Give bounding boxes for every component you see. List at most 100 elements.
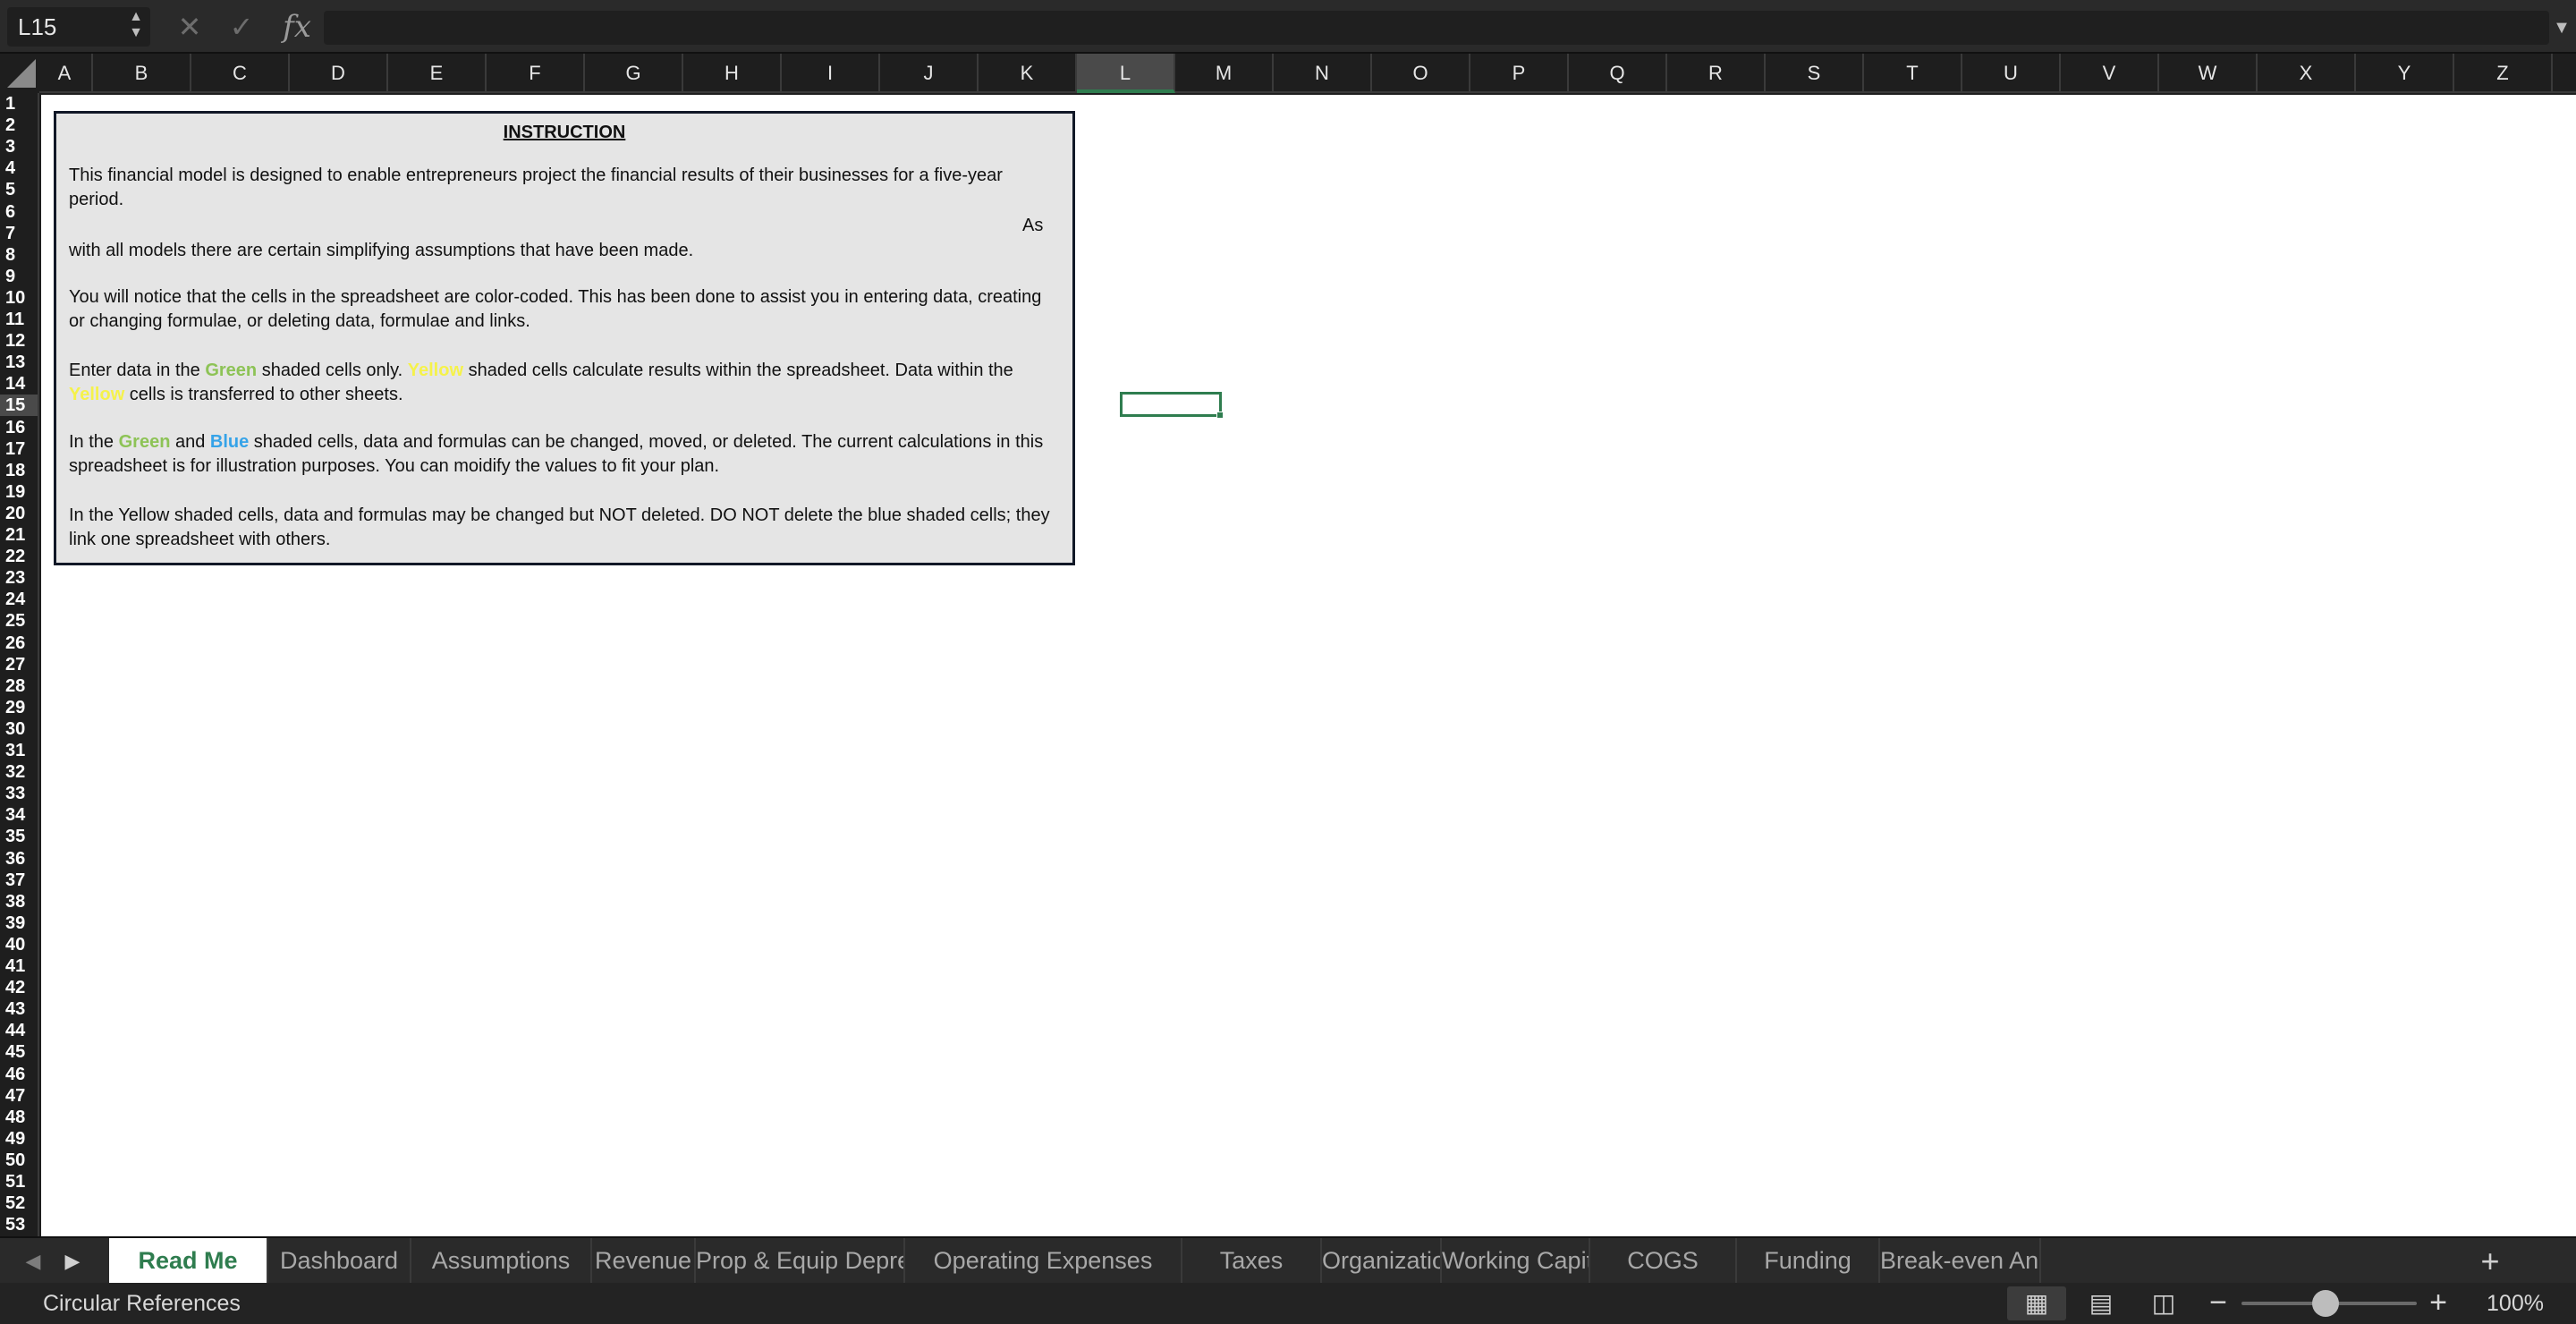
- column-header-d[interactable]: D: [290, 54, 388, 93]
- sheet-tab-organization[interactable]: Organization: [1322, 1238, 1442, 1283]
- name-box-stepper-icon[interactable]: ▲ ▼: [125, 9, 147, 45]
- column-header-l[interactable]: L: [1077, 54, 1175, 93]
- column-header-j[interactable]: J: [880, 54, 979, 93]
- check-icon[interactable]: ✓: [225, 9, 258, 45]
- row-header-24[interactable]: 24: [0, 589, 38, 610]
- previous-sheet-icon[interactable]: ◀: [20, 1247, 47, 1276]
- row-header-48[interactable]: 48: [0, 1107, 38, 1128]
- row-header-36[interactable]: 36: [0, 848, 38, 870]
- row-header-21[interactable]: 21: [0, 524, 38, 546]
- column-header-a[interactable]: A: [38, 54, 93, 93]
- column-header-b[interactable]: B: [93, 54, 191, 93]
- column-header-g[interactable]: G: [585, 54, 683, 93]
- row-header-40[interactable]: 40: [0, 934, 38, 955]
- row-header-8[interactable]: 8: [0, 244, 38, 266]
- expand-formula-bar-icon[interactable]: ▼: [2551, 13, 2572, 43]
- insert-function-icon[interactable]: fx: [279, 7, 315, 47]
- row-header-7[interactable]: 7: [0, 223, 38, 244]
- column-header-r[interactable]: R: [1667, 54, 1766, 93]
- row-header-44[interactable]: 44: [0, 1020, 38, 1041]
- row-header-34[interactable]: 34: [0, 804, 38, 826]
- row-header-19[interactable]: 19: [0, 481, 38, 503]
- sheet-tab-operating-expenses[interactable]: Operating Expenses: [905, 1238, 1182, 1283]
- row-header-5[interactable]: 5: [0, 179, 38, 200]
- row-header-11[interactable]: 11: [0, 309, 38, 330]
- plus-icon[interactable]: +: [2469, 1243, 2512, 1279]
- page-layout-view-icon[interactable]: ▤: [2072, 1286, 2131, 1320]
- row-header-49[interactable]: 49: [0, 1128, 38, 1150]
- column-header-e[interactable]: E: [388, 54, 487, 93]
- row-header-53[interactable]: 53: [0, 1214, 38, 1235]
- row-header-35[interactable]: 35: [0, 826, 38, 847]
- row-header-16[interactable]: 16: [0, 417, 38, 438]
- column-header-s[interactable]: S: [1766, 54, 1864, 93]
- sheet-tab-cogs[interactable]: COGS: [1590, 1238, 1737, 1283]
- row-header-4[interactable]: 4: [0, 157, 38, 179]
- row-header-42[interactable]: 42: [0, 977, 38, 998]
- row-header-2[interactable]: 2: [0, 115, 38, 136]
- row-header-41[interactable]: 41: [0, 955, 38, 977]
- column-header-p[interactable]: P: [1470, 54, 1569, 93]
- row-header-18[interactable]: 18: [0, 460, 38, 481]
- row-header-30[interactable]: 30: [0, 718, 38, 740]
- page-break-view-icon[interactable]: ◫: [2134, 1286, 2193, 1320]
- row-header-23[interactable]: 23: [0, 567, 38, 589]
- zoom-level[interactable]: 100%: [2470, 1283, 2560, 1324]
- row-header-33[interactable]: 33: [0, 783, 38, 804]
- column-header-k[interactable]: K: [979, 54, 1077, 93]
- sheet-tab-read-me[interactable]: Read Me: [109, 1238, 268, 1283]
- row-header-47[interactable]: 47: [0, 1085, 38, 1107]
- row-header-29[interactable]: 29: [0, 697, 38, 718]
- column-header-f[interactable]: F: [487, 54, 585, 93]
- zoom-in-icon[interactable]: +: [2422, 1285, 2454, 1320]
- row-header-6[interactable]: 6: [0, 201, 38, 223]
- row-header-15[interactable]: 15: [0, 395, 38, 417]
- sheet-tab-prop-equip-depreciation[interactable]: Prop & Equip Depreciation: [696, 1238, 905, 1283]
- row-header-10[interactable]: 10: [0, 287, 38, 309]
- column-header-y[interactable]: Y: [2356, 54, 2454, 93]
- row-header-28[interactable]: 28: [0, 675, 38, 697]
- row-header-17[interactable]: 17: [0, 438, 38, 460]
- row-header-13[interactable]: 13: [0, 352, 38, 373]
- row-header-14[interactable]: 14: [0, 373, 38, 395]
- selected-cell[interactable]: [1120, 392, 1222, 417]
- row-header-32[interactable]: 32: [0, 761, 38, 783]
- column-header-z[interactable]: Z: [2454, 54, 2553, 93]
- sheet-tab-working-capital[interactable]: Working Capital: [1442, 1238, 1590, 1283]
- row-header-20[interactable]: 20: [0, 503, 38, 524]
- select-all-button[interactable]: [0, 54, 39, 93]
- row-header-51[interactable]: 51: [0, 1171, 38, 1192]
- zoom-slider-thumb[interactable]: [2311, 1290, 2339, 1317]
- normal-view-icon[interactable]: ▦: [2007, 1286, 2066, 1320]
- sheet-tab-funding[interactable]: Funding: [1737, 1238, 1880, 1283]
- column-header-q[interactable]: Q: [1569, 54, 1667, 93]
- column-header-w[interactable]: W: [2159, 54, 2258, 93]
- sheet-tab-taxes[interactable]: Taxes: [1182, 1238, 1322, 1283]
- row-header-31[interactable]: 31: [0, 740, 38, 761]
- sheet-tab-break-even-analy[interactable]: Break-even Analy: [1880, 1238, 2041, 1283]
- sheet-tab-dashboard[interactable]: Dashboard: [268, 1238, 411, 1283]
- fill-handle[interactable]: [1216, 412, 1224, 419]
- cancel-icon[interactable]: ✕: [174, 9, 206, 45]
- status-text[interactable]: Circular References: [43, 1283, 241, 1324]
- row-header-12[interactable]: 12: [0, 330, 38, 352]
- row-header-38[interactable]: 38: [0, 891, 38, 912]
- next-sheet-icon[interactable]: ▶: [59, 1247, 86, 1276]
- column-header-n[interactable]: N: [1274, 54, 1372, 93]
- column-header-t[interactable]: T: [1864, 54, 1962, 93]
- sheet-tab-revenue[interactable]: Revenue: [592, 1238, 696, 1283]
- column-header-m[interactable]: M: [1175, 54, 1274, 93]
- row-header-9[interactable]: 9: [0, 266, 38, 287]
- formula-input[interactable]: [324, 11, 2549, 45]
- column-header-h[interactable]: H: [683, 54, 782, 93]
- row-header-25[interactable]: 25: [0, 610, 38, 632]
- row-header-27[interactable]: 27: [0, 654, 38, 675]
- column-header-v[interactable]: V: [2061, 54, 2159, 93]
- column-header-i[interactable]: I: [782, 54, 880, 93]
- row-header-43[interactable]: 43: [0, 998, 38, 1020]
- cell-area[interactable]: INSTRUCTION This financial model is desi…: [41, 95, 2576, 1236]
- column-header-u[interactable]: U: [1962, 54, 2061, 93]
- row-header-37[interactable]: 37: [0, 870, 38, 891]
- column-header-c[interactable]: C: [191, 54, 290, 93]
- row-header-46[interactable]: 46: [0, 1064, 38, 1085]
